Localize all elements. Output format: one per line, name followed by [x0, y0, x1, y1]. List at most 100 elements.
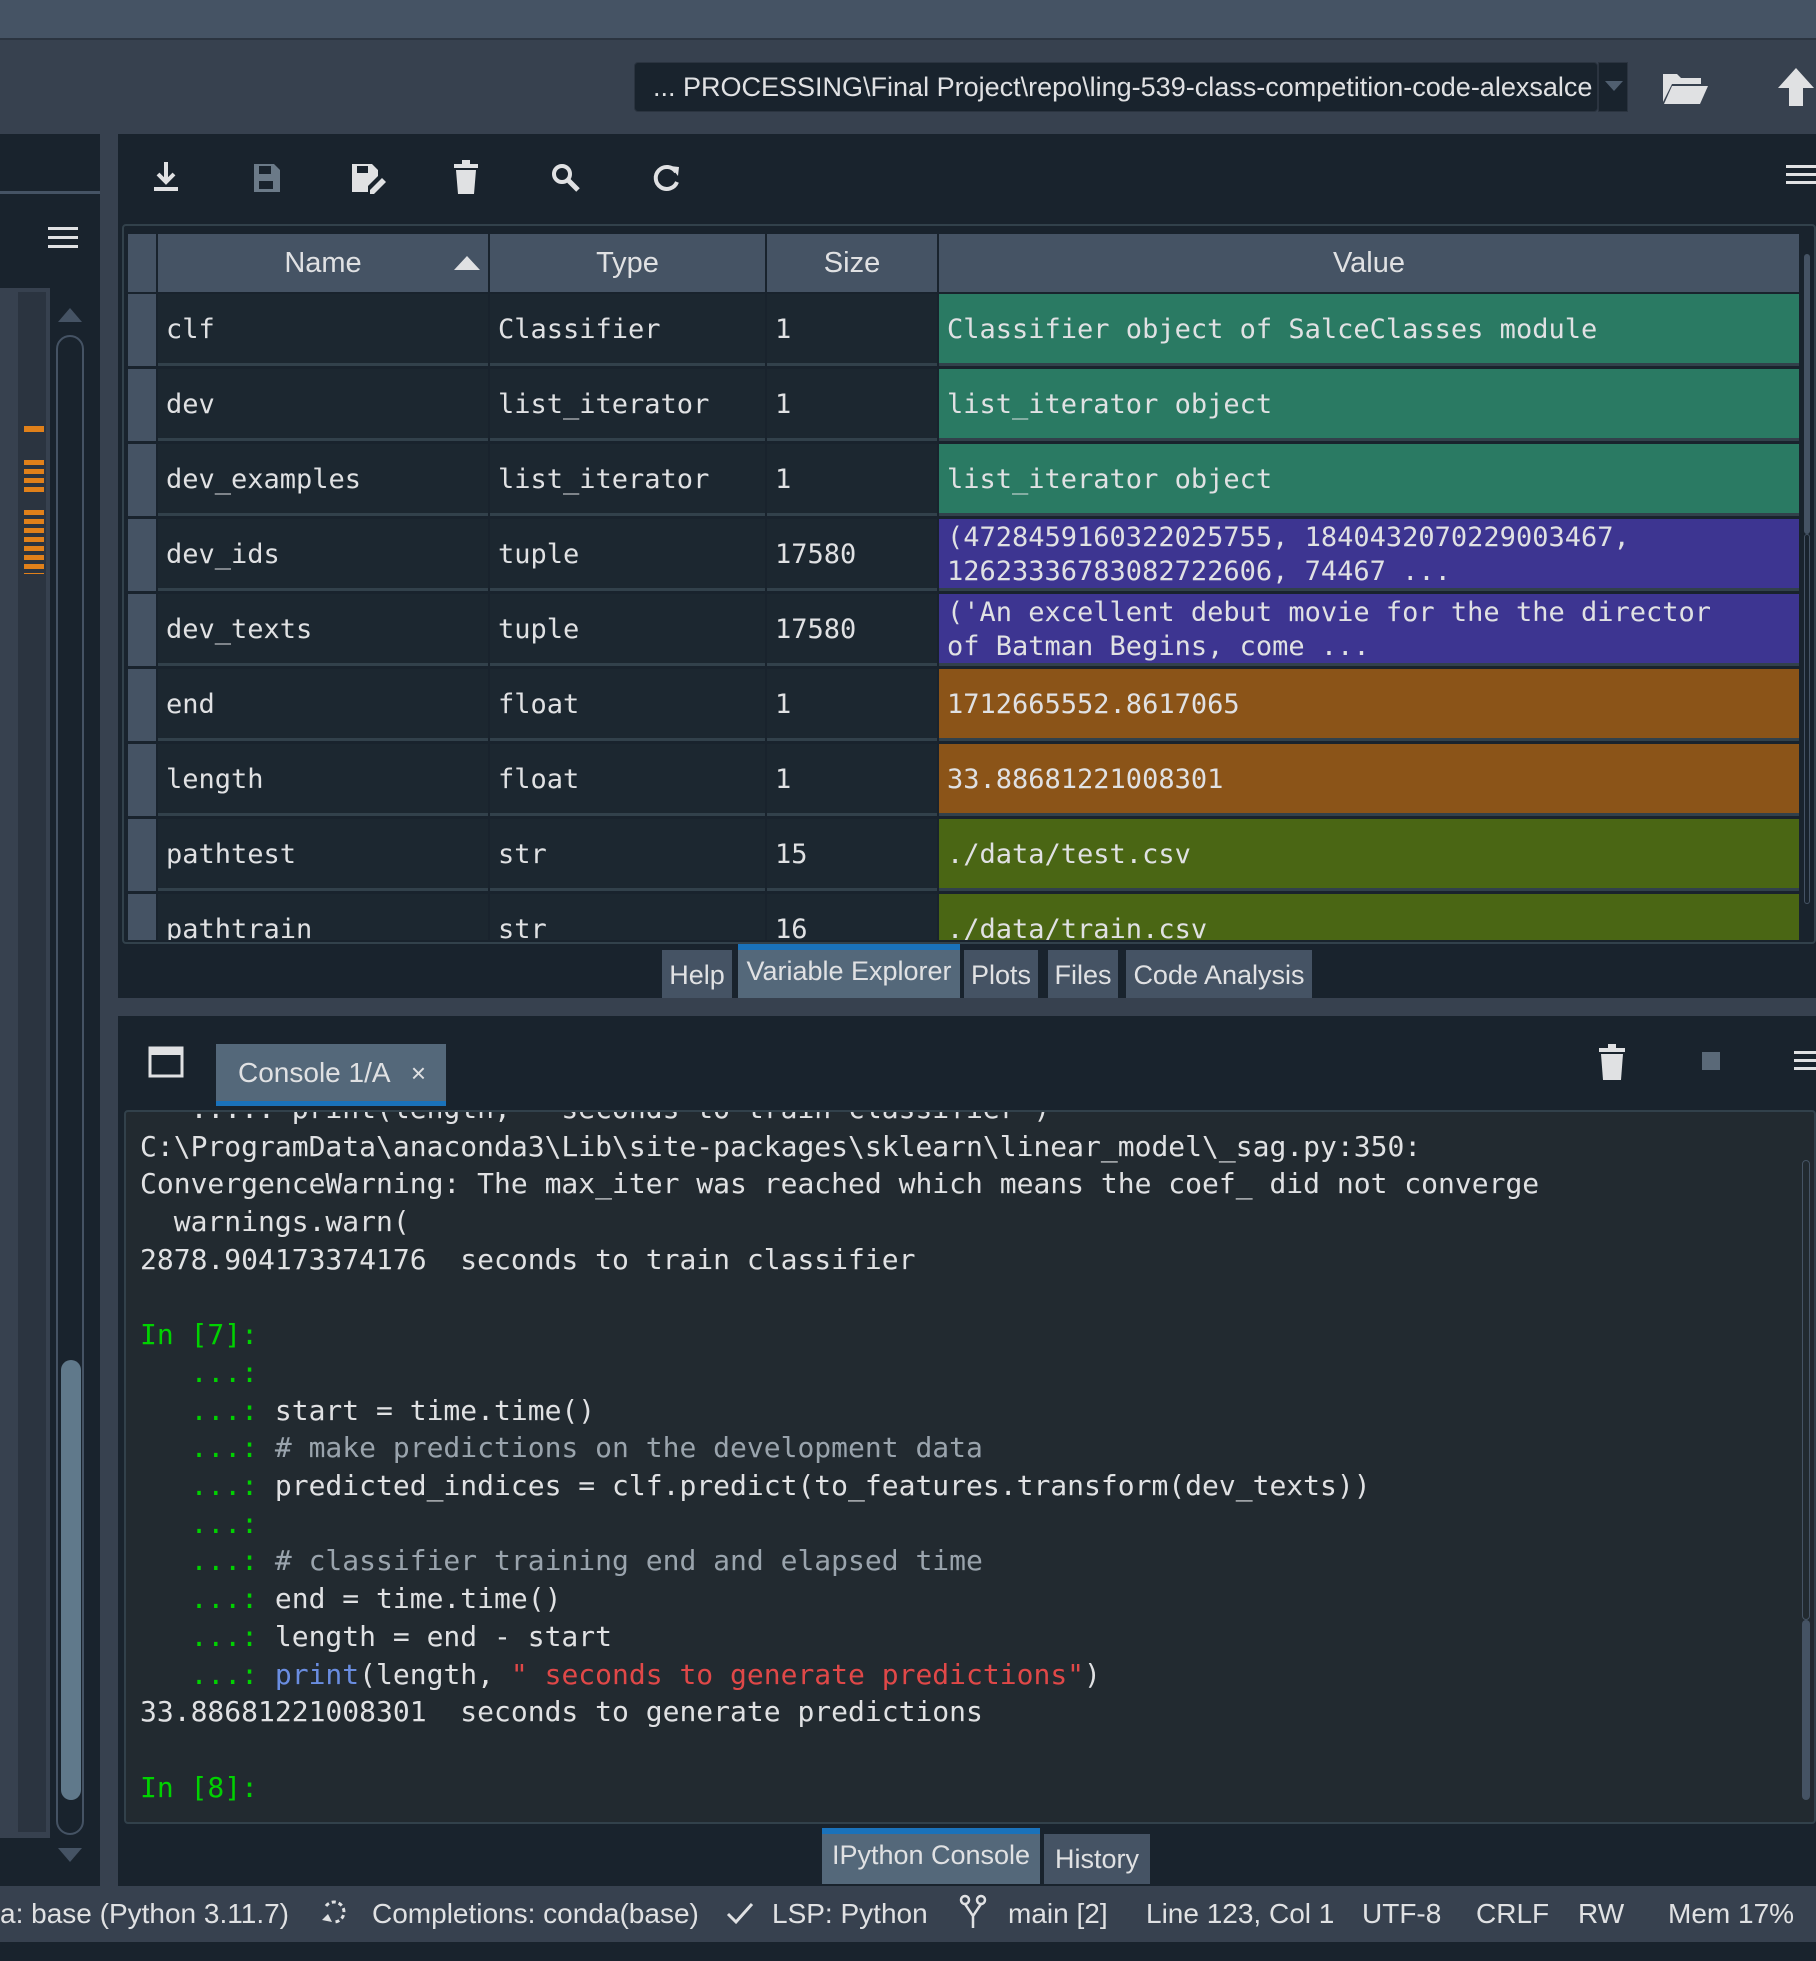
- variable-name[interactable]: pathtest: [158, 819, 488, 891]
- console-text: ...:: [140, 1658, 275, 1691]
- scroll-down-icon[interactable]: [58, 1848, 82, 1862]
- console-line: ...: print(length, " seconds to generate…: [140, 1656, 1101, 1694]
- variable-type[interactable]: str: [490, 819, 765, 891]
- console-text: ...:: [140, 1620, 275, 1653]
- status-completions[interactable]: Completions: conda(base): [372, 1886, 699, 1942]
- status-lsp[interactable]: LSP: Python: [772, 1886, 928, 1942]
- variable-size[interactable]: 17580: [767, 519, 937, 591]
- console-line: ...: start = time.time(): [140, 1392, 596, 1430]
- tab-history[interactable]: History: [1044, 1834, 1150, 1884]
- variable-value[interactable]: 1712665552.8617065: [939, 669, 1799, 741]
- status-rw: RW: [1578, 1898, 1625, 1929]
- status-environment[interactable]: a: base (Python 3.11.7): [0, 1886, 289, 1942]
- tab-console-label: Console 1/A: [238, 1057, 391, 1088]
- tab-console[interactable]: Console 1/A ×: [216, 1044, 446, 1106]
- console-line: ...: # make predictions on the developme…: [140, 1429, 983, 1467]
- console-line: ...: # classifier training end and elaps…: [140, 1542, 983, 1580]
- row-header[interactable]: [128, 294, 156, 366]
- variable-size[interactable]: 1: [767, 294, 937, 366]
- variable-size[interactable]: 15: [767, 819, 937, 891]
- variable-type[interactable]: str: [490, 894, 765, 940]
- variable-type[interactable]: float: [490, 744, 765, 816]
- console-text: warnings.warn(: [140, 1205, 410, 1238]
- variable-type[interactable]: Classifier: [490, 294, 765, 366]
- variable-value[interactable]: ./data/train.csv: [939, 894, 1799, 940]
- console-text: ...:: [140, 1507, 259, 1540]
- variable-name[interactable]: pathtrain: [158, 894, 488, 940]
- row-header[interactable]: [128, 369, 156, 441]
- variable-table-scrollbar[interactable]: [1796, 234, 1816, 934]
- variable-type[interactable]: float: [490, 669, 765, 741]
- variable-name[interactable]: dev_examples: [158, 444, 488, 516]
- tab-help[interactable]: Help: [662, 950, 732, 998]
- completions-icon: [318, 1886, 354, 1961]
- console-line: 2878.904173374176 seconds to train class…: [140, 1241, 915, 1279]
- tab-code-analysis[interactable]: Code Analysis: [1126, 950, 1312, 998]
- console-line: ...:: [140, 1505, 258, 1543]
- console-text: ...:: [140, 1469, 275, 1502]
- status-bar: a: base (Python 3.11.7) Completions: con…: [0, 1886, 1816, 1942]
- variable-name[interactable]: dev: [158, 369, 488, 441]
- console-line: warnings.warn(: [140, 1203, 410, 1241]
- stop-icon[interactable]: [1702, 1052, 1720, 1070]
- variable-name[interactable]: dev_ids: [158, 519, 488, 591]
- console-line: ...:: [140, 1354, 258, 1392]
- new-console-icon[interactable]: [148, 1046, 184, 1078]
- variable-size[interactable]: 1: [767, 669, 937, 741]
- status-eol: CRLF: [1476, 1898, 1550, 1929]
- console-scrollbar[interactable]: [1796, 1160, 1816, 1800]
- variable-value[interactable]: (4728459160322025755, 184043207022900346…: [939, 519, 1799, 591]
- console-text: C:\ProgramData\anaconda3\Lib\site-packag…: [140, 1130, 1422, 1163]
- console-text: ): [1084, 1658, 1101, 1691]
- check-icon: [724, 1886, 756, 1961]
- variable-type[interactable]: list_iterator: [490, 444, 765, 516]
- variable-size[interactable]: 1: [767, 444, 937, 516]
- variable-value[interactable]: list_iterator object: [939, 369, 1799, 441]
- variable-type[interactable]: list_iterator: [490, 369, 765, 441]
- variable-value[interactable]: 33.88681221008301: [939, 744, 1799, 816]
- row-header[interactable]: [128, 519, 156, 591]
- variable-value[interactable]: ('An excellent debut movie for the the d…: [939, 594, 1799, 666]
- variable-value[interactable]: list_iterator object: [939, 444, 1799, 516]
- tab-files[interactable]: Files: [1048, 950, 1118, 998]
- console-lines: ....: print(length, " seconds to train c…: [0, 1112, 1790, 1820]
- variable-size[interactable]: 16: [767, 894, 937, 940]
- trash-icon[interactable]: [1594, 1042, 1630, 1082]
- row-header[interactable]: [128, 744, 156, 816]
- status-encoding: UTF-8: [1362, 1898, 1442, 1929]
- row-header[interactable]: [128, 594, 156, 666]
- console-line: ...: predicted_indices = clf.predict(to_…: [140, 1467, 1371, 1505]
- variable-value[interactable]: ./data/test.csv: [939, 819, 1799, 891]
- variable-name[interactable]: dev_texts: [158, 594, 488, 666]
- variable-value[interactable]: Classifier object of SalceClasses module: [939, 294, 1799, 366]
- variable-type[interactable]: tuple: [490, 519, 765, 591]
- row-header[interactable]: [128, 669, 156, 741]
- variable-size[interactable]: 1: [767, 744, 937, 816]
- variable-name[interactable]: end: [158, 669, 488, 741]
- tab-plots[interactable]: Plots: [964, 950, 1038, 998]
- tab-variable-explorer[interactable]: Variable Explorer: [738, 944, 960, 998]
- variable-size[interactable]: 17580: [767, 594, 937, 666]
- console-line: ...: length = end - start: [140, 1618, 612, 1656]
- row-header[interactable]: [128, 444, 156, 516]
- variable-name[interactable]: length: [158, 744, 488, 816]
- console-text: ...:: [140, 1582, 275, 1615]
- status-cursor-position: Line 123, Col 1: [1146, 1898, 1335, 1929]
- console-text: # make predictions on the development da…: [274, 1431, 983, 1464]
- status-memory: Mem 17%: [1668, 1898, 1795, 1929]
- row-header[interactable]: [128, 894, 156, 940]
- tab-ipython-console[interactable]: IPython Console: [822, 1828, 1040, 1884]
- console-line: ....: print(length, " seconds to train c…: [140, 1112, 1051, 1128]
- console-text: # classifier training end and elapsed ti…: [274, 1544, 983, 1577]
- variable-type[interactable]: tuple: [490, 594, 765, 666]
- console-line: C:\ProgramData\anaconda3\Lib\site-packag…: [140, 1128, 1421, 1166]
- close-icon[interactable]: ×: [411, 1044, 426, 1102]
- row-header[interactable]: [128, 819, 156, 891]
- status-branch[interactable]: main [2]: [1008, 1886, 1108, 1942]
- menu-icon[interactable]: [1790, 1050, 1816, 1072]
- pane-splitter[interactable]: [118, 998, 1816, 1016]
- variable-size[interactable]: 1: [767, 369, 937, 441]
- console-text: ConvergenceWarning: The max_iter was rea…: [140, 1167, 1540, 1200]
- variable-name[interactable]: clf: [158, 294, 488, 366]
- console-text: 33.88681221008301 seconds to generate pr…: [140, 1695, 983, 1728]
